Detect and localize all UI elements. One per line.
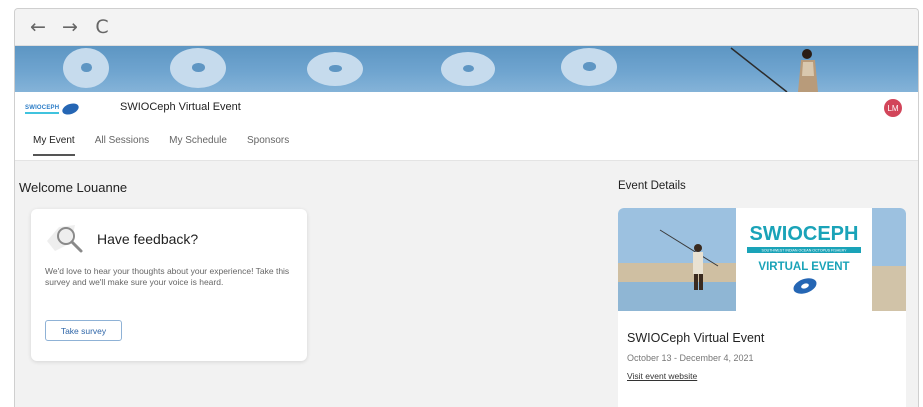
reload-icon[interactable]: C xyxy=(93,16,111,38)
cover-title-virtual-event: VIRTUAL EVENT xyxy=(758,261,849,273)
feedback-card: Have feedback? We'd love to hear your th… xyxy=(31,209,307,361)
event-name: SWIOCeph Virtual Event xyxy=(627,331,765,345)
banner-octopus-ring xyxy=(63,48,109,88)
tab-all-sessions[interactable]: All Sessions xyxy=(95,135,149,156)
tab-my-event[interactable]: My Event xyxy=(33,135,75,156)
event-title: SWIOCeph Virtual Event xyxy=(120,101,241,113)
take-survey-button[interactable]: Take survey xyxy=(45,320,122,341)
event-details-heading: Event Details xyxy=(618,180,686,192)
browser-window: ← → C SWIOCEPH SWIOCeph Virtual Event LM… xyxy=(14,8,919,407)
event-banner xyxy=(15,46,918,92)
browser-toolbar: ← → C xyxy=(15,9,918,46)
visit-event-website-link[interactable]: Visit event website xyxy=(627,371,697,381)
app-header: SWIOCEPH SWIOCeph Virtual Event LM My Ev… xyxy=(15,92,918,161)
banner-octopus-ring xyxy=(561,48,617,86)
feedback-heading: Have feedback? xyxy=(97,231,199,247)
banner-octopus-ring xyxy=(170,48,226,88)
feedback-description: We'd love to hear your thoughts about yo… xyxy=(45,266,290,287)
forward-arrow-icon[interactable]: → xyxy=(61,16,79,38)
logo-text: SWIOCEPH xyxy=(25,105,60,114)
event-details-card: SWIOCEPH SOUTHWEST INDIAN OCEAN OCTOPUS … xyxy=(618,208,906,407)
event-dates: October 13 - December 4, 2021 xyxy=(627,353,754,363)
event-tabs: My Event All Sessions My Schedule Sponso… xyxy=(33,135,289,156)
cover-subtitle: SOUTHWEST INDIAN OCEAN OCTOPUS FISHERY xyxy=(761,249,847,253)
main-content: Welcome Louanne Have feedback? We'd love… xyxy=(15,161,918,407)
event-cover-image: SWIOCEPH SOUTHWEST INDIAN OCEAN OCTOPUS … xyxy=(618,208,906,311)
cover-title-swioceph: SWIOCEPH xyxy=(750,223,859,245)
logo-octopus-icon xyxy=(61,101,81,117)
tab-my-schedule[interactable]: My Schedule xyxy=(169,135,227,156)
banner-octopus-ring xyxy=(441,52,495,86)
avatar[interactable]: LM xyxy=(884,99,902,117)
banner-spear-line xyxy=(730,47,788,92)
banner-fisher-figure xyxy=(798,49,818,92)
tab-sponsors[interactable]: Sponsors xyxy=(247,135,289,156)
swioceph-logo[interactable]: SWIOCEPH xyxy=(25,101,87,117)
welcome-heading: Welcome Louanne xyxy=(19,180,128,195)
back-arrow-icon[interactable]: ← xyxy=(29,16,47,38)
banner-octopus-ring xyxy=(307,52,363,86)
magnifier-feedback-icon xyxy=(47,225,83,253)
